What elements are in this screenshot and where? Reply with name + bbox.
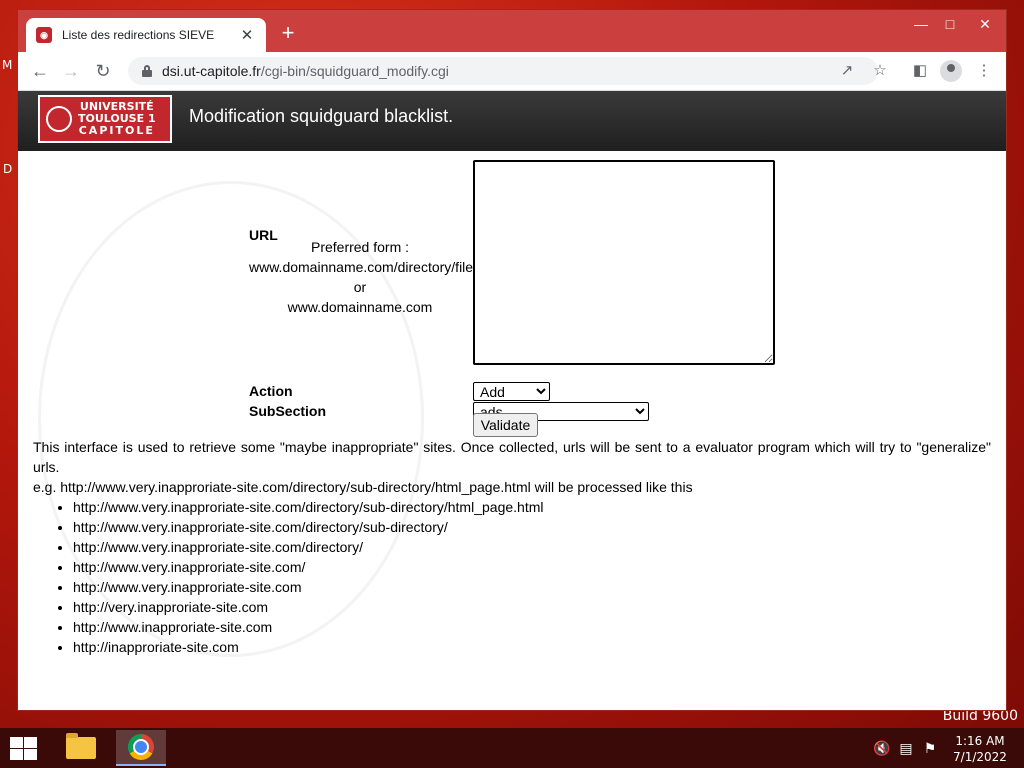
action-label: Action	[249, 383, 293, 399]
clock-date: 7/1/2022	[953, 750, 1007, 764]
list-item: http://very.inapproriate-site.com	[73, 597, 543, 617]
browser-toolbar: ← → ↻ dsi.ut-capitole.fr /cgi-bin/squidg…	[18, 52, 1006, 91]
bookmark-star-icon[interactable]: ☆	[870, 61, 890, 81]
folder-icon	[66, 733, 96, 759]
logo-text: UNIVERSITÉ TOULOUSE 1 CAPITOLE	[78, 100, 156, 137]
windows-build-watermark: Build 9600	[942, 708, 1018, 724]
address-bar[interactable]: dsi.ut-capitole.fr /cgi-bin/squidguard_m…	[128, 57, 878, 85]
minimize-icon[interactable]: —	[906, 14, 936, 34]
side-panel-icon[interactable]: ◧	[910, 61, 930, 81]
menu-dots-icon[interactable]: ⋮	[974, 61, 994, 81]
list-item: http://www.very.inapproriate-site.com/di…	[73, 497, 543, 517]
list-item: http://inapproriate-site.com	[73, 637, 543, 657]
browser-window: ◉ Liste des redirections SIEVE ✕ + — □ ✕…	[18, 10, 1006, 710]
share-icon[interactable]: ↗	[837, 61, 857, 81]
taskbar: 🔇 ▤ ⚑ 1:16 AM 7/1/2022	[0, 728, 1024, 768]
desktop-edge-letter: D	[3, 162, 13, 176]
maximize-icon[interactable]: □	[935, 14, 965, 34]
network-icon[interactable]: ▤	[897, 740, 915, 757]
tab-title: Liste des redirections SIEVE	[62, 28, 215, 42]
volume-muted-icon[interactable]: 🔇	[873, 740, 891, 757]
url-path: /cgi-bin/squidguard_modify.cgi	[260, 63, 449, 79]
page-title: Modification squidguard blacklist.	[189, 106, 454, 126]
clock-time: 1:16 AM	[955, 734, 1005, 748]
page-header: UNIVERSITÉ TOULOUSE 1 CAPITOLE Modificat…	[18, 91, 1006, 151]
list-item: http://www.very.inapproriate-site.com/di…	[73, 537, 543, 557]
university-logo: UNIVERSITÉ TOULOUSE 1 CAPITOLE	[38, 95, 172, 143]
subsection-label: SubSection	[249, 403, 327, 419]
chrome-taskbar-button[interactable]	[116, 730, 166, 766]
url-textarea[interactable]	[473, 160, 775, 365]
example-intro: e.g. http://www.very.inapproriate-site.c…	[33, 479, 693, 495]
new-tab-button[interactable]: +	[276, 22, 300, 44]
lock-icon	[142, 65, 152, 77]
page-content: URL Preferred form : www.domainname.com/…	[18, 151, 1006, 710]
site-favicon-icon: ◉	[36, 27, 52, 43]
action-select[interactable]: Add	[473, 382, 550, 401]
desktop-edge-letter: M	[2, 58, 13, 72]
windows-start-icon[interactable]	[8, 736, 38, 760]
back-arrow-icon[interactable]: ←	[29, 60, 51, 82]
close-window-icon[interactable]: ✕	[970, 14, 1000, 34]
seal-icon	[46, 106, 72, 132]
examples-list: http://www.very.inapproriate-site.com/di…	[33, 497, 543, 657]
taskbar-clock[interactable]: 1:16 AM 7/1/2022	[950, 733, 1010, 765]
action-center-icon[interactable]: ⚑	[921, 740, 939, 757]
url-host: dsi.ut-capitole.fr	[162, 63, 261, 79]
chrome-icon	[128, 734, 154, 760]
list-item: http://www.very.inapproriate-site.com/	[73, 557, 543, 577]
browser-tab[interactable]: ◉ Liste des redirections SIEVE ✕	[26, 18, 266, 52]
validate-button[interactable]: Validate	[473, 413, 538, 437]
close-tab-icon[interactable]: ✕	[238, 26, 256, 44]
interface-description: This interface is used to retrieve some …	[33, 439, 991, 475]
profile-avatar-icon[interactable]	[940, 60, 962, 82]
file-explorer-taskbar-button[interactable]	[56, 730, 106, 766]
list-item: http://www.inapproriate-site.com	[73, 617, 543, 637]
forward-arrow-icon[interactable]: →	[60, 60, 82, 82]
list-item: http://www.very.inapproriate-site.com/di…	[73, 517, 543, 537]
url-format-hint: Preferred form : www.domainname.com/dire…	[249, 239, 474, 315]
list-item: http://www.very.inapproriate-site.com	[73, 577, 543, 597]
reload-icon[interactable]: ↻	[92, 60, 114, 82]
title-bar: ◉ Liste des redirections SIEVE ✕ + — □ ✕	[18, 10, 1006, 52]
